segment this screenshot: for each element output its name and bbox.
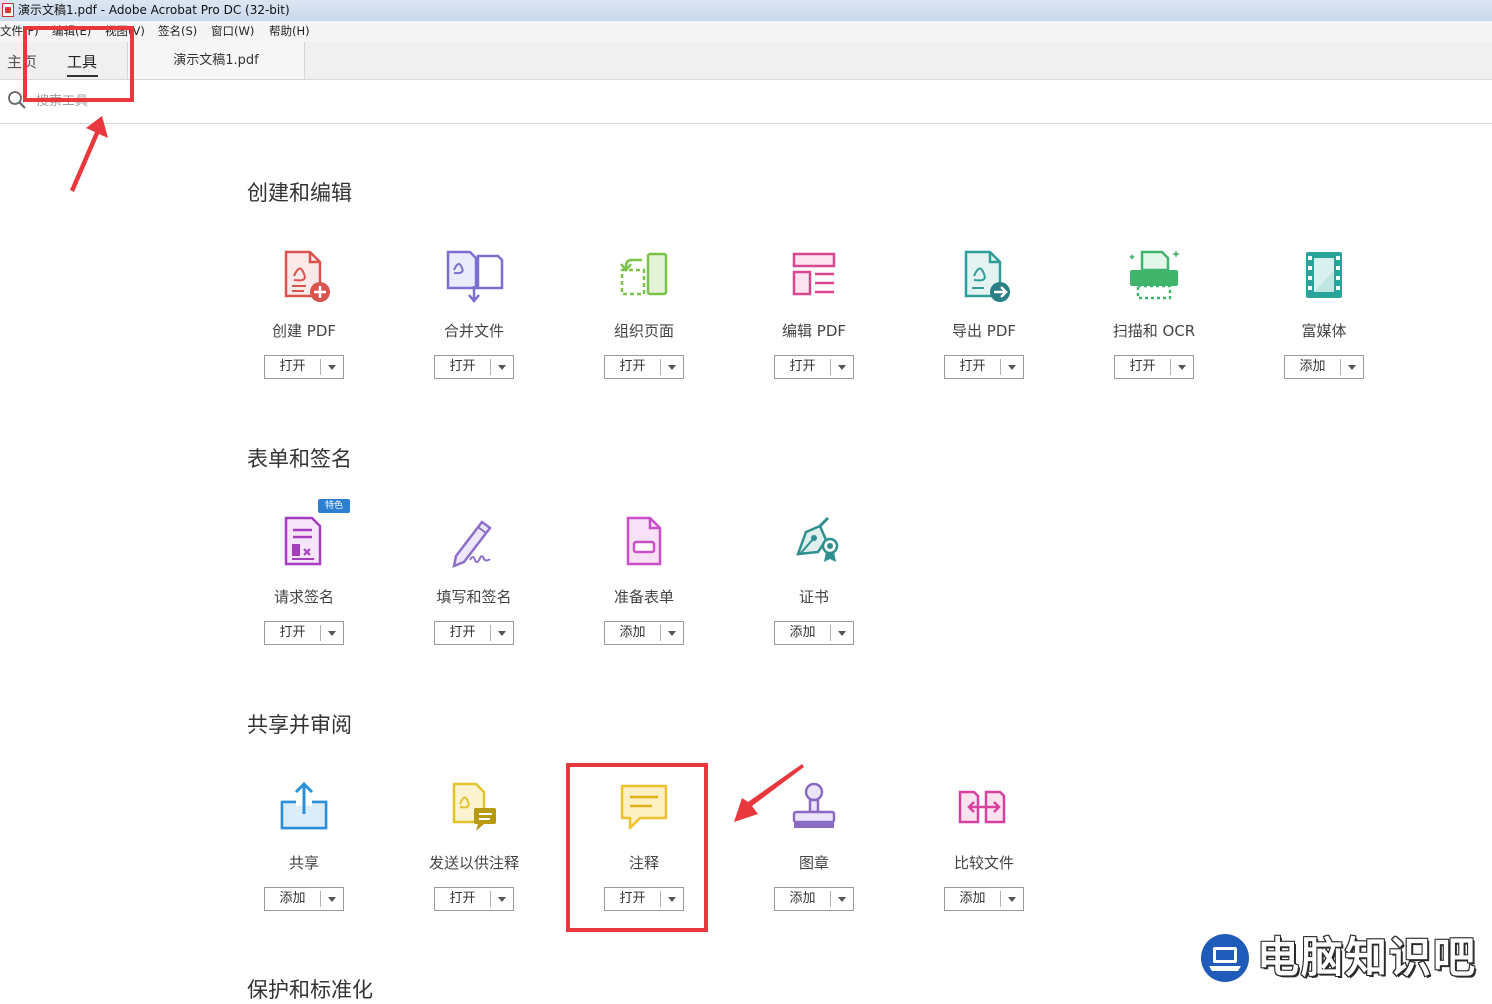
chevron-down-icon[interactable] bbox=[838, 631, 846, 636]
menu-help[interactable]: 帮助(H) bbox=[269, 21, 310, 42]
tool-label: 组织页面 bbox=[613, 322, 674, 340]
compare-files-add-button[interactable]: 添加 bbox=[944, 887, 1024, 911]
request-signature-open-button[interactable]: 打开 bbox=[264, 621, 344, 645]
tool-send-for-comment[interactable]: 发送以供注释 打开 bbox=[389, 778, 559, 928]
tool-label: 合并文件 bbox=[443, 322, 504, 340]
tool-label: 富媒体 bbox=[1301, 322, 1347, 340]
tool-label: 证书 bbox=[798, 588, 829, 606]
chevron-down-icon[interactable] bbox=[838, 897, 846, 902]
fill-sign-icon bbox=[452, 520, 492, 569]
tools-search-bar bbox=[0, 80, 1492, 124]
share-add-button[interactable]: 添加 bbox=[264, 887, 344, 911]
compare-files-icon bbox=[958, 790, 1006, 824]
chevron-down-icon[interactable] bbox=[328, 365, 336, 370]
annotation-highlight-tools-tab bbox=[23, 26, 134, 102]
annotation-arrow-left-icon bbox=[734, 764, 804, 822]
create-pdf-icon bbox=[284, 250, 330, 302]
chevron-down-icon[interactable] bbox=[498, 897, 506, 902]
export-pdf-open-button[interactable]: 打开 bbox=[944, 355, 1024, 379]
tool-label: 比较文件 bbox=[953, 854, 1014, 872]
prepare-form-add-button[interactable]: 添加 bbox=[604, 621, 684, 645]
tool-request-signature[interactable]: 请求签名 打开 bbox=[219, 512, 389, 662]
rich-media-icon bbox=[1306, 252, 1342, 298]
tool-rich-media[interactable]: 富媒体 添加 bbox=[1239, 246, 1409, 396]
tab-document[interactable]: 演示文稿1.pdf bbox=[127, 42, 305, 79]
certificate-add-button[interactable]: 添加 bbox=[774, 621, 854, 645]
tool-label: 创建 PDF bbox=[272, 322, 336, 340]
tool-scan-ocr[interactable]: 扫描和 OCR 打开 bbox=[1069, 246, 1239, 396]
acrobat-app-icon bbox=[2, 3, 14, 17]
chevron-down-icon[interactable] bbox=[668, 631, 676, 636]
section-title-share-review: 共享并审阅 bbox=[247, 713, 352, 737]
send-for-comment-open-button[interactable]: 打开 bbox=[434, 887, 514, 911]
featured-badge: 特色 bbox=[318, 499, 350, 513]
share-icon bbox=[280, 781, 328, 830]
title-bar: 演示文稿1.pdf - Adobe Acrobat Pro DC (32-bit… bbox=[0, 0, 1492, 21]
tool-combine-files[interactable]: 合并文件 打开 bbox=[389, 246, 559, 396]
tool-label: 请求签名 bbox=[273, 588, 334, 606]
chevron-down-icon[interactable] bbox=[1348, 365, 1356, 370]
chevron-down-icon[interactable] bbox=[498, 631, 506, 636]
tool-compare-files[interactable]: 比较文件 添加 bbox=[899, 778, 1069, 928]
chevron-down-icon[interactable] bbox=[1008, 365, 1016, 370]
request-signature-icon bbox=[284, 516, 322, 566]
send-for-comment-icon bbox=[452, 782, 496, 831]
combine-files-icon bbox=[446, 250, 504, 303]
menu-window[interactable]: 窗口(W) bbox=[211, 21, 254, 42]
certificate-icon bbox=[796, 516, 839, 562]
tool-label: 扫描和 OCR bbox=[1112, 322, 1196, 340]
watermark-text: 电脑知识吧 bbox=[1256, 932, 1478, 983]
edit-pdf-open-button[interactable]: 打开 bbox=[774, 355, 854, 379]
watermark: 电脑知识吧 bbox=[1200, 932, 1492, 983]
chevron-down-icon[interactable] bbox=[838, 365, 846, 370]
edit-pdf-icon bbox=[792, 252, 836, 296]
chevron-down-icon[interactable] bbox=[498, 365, 506, 370]
chevron-down-icon[interactable] bbox=[1178, 365, 1186, 370]
tool-label: 发送以供注释 bbox=[428, 854, 519, 872]
tool-label: 填写和签名 bbox=[436, 588, 512, 606]
menu-bar: 文件(F) 编辑(E) 视图(V) 签名(S) 窗口(W) 帮助(H) bbox=[0, 21, 1492, 42]
computer-logo-icon bbox=[1201, 934, 1249, 982]
organize-pages-open-button[interactable]: 打开 bbox=[604, 355, 684, 379]
section-title-protect-standardize: 保护和标准化 bbox=[247, 978, 373, 1002]
rich-media-add-button[interactable]: 添加 bbox=[1284, 355, 1364, 379]
tool-prepare-form[interactable]: 准备表单 添加 bbox=[559, 512, 729, 662]
chevron-down-icon[interactable] bbox=[328, 897, 336, 902]
tool-organize-pages[interactable]: 组织页面 打开 bbox=[559, 246, 729, 396]
export-pdf-icon bbox=[964, 250, 1010, 302]
prepare-form-icon bbox=[626, 516, 662, 566]
chevron-down-icon[interactable] bbox=[328, 631, 336, 636]
tool-label: 图章 bbox=[798, 854, 829, 872]
tool-share[interactable]: 共享 添加 bbox=[219, 778, 389, 928]
chevron-down-icon[interactable] bbox=[668, 365, 676, 370]
tool-edit-pdf[interactable]: 编辑 PDF 打开 bbox=[729, 246, 899, 396]
combine-files-open-button[interactable]: 打开 bbox=[434, 355, 514, 379]
create-pdf-open-button[interactable]: 打开 bbox=[264, 355, 344, 379]
tool-label: 准备表单 bbox=[613, 588, 674, 606]
scan-ocr-open-button[interactable]: 打开 bbox=[1114, 355, 1194, 379]
window-title: 演示文稿1.pdf - Adobe Acrobat Pro DC (32-bit… bbox=[18, 3, 290, 17]
tool-label: 导出 PDF bbox=[952, 322, 1016, 340]
tool-label: 共享 bbox=[288, 854, 319, 872]
annotation-arrow-up-icon bbox=[70, 116, 108, 192]
tab-bar: 主页 工具 演示文稿1.pdf bbox=[0, 42, 1492, 80]
annotation-highlight-comment-tool bbox=[566, 763, 708, 932]
tool-export-pdf[interactable]: 导出 PDF 打开 bbox=[899, 246, 1069, 396]
organize-pages-icon bbox=[620, 252, 668, 296]
section-title-forms-signatures: 表单和签名 bbox=[247, 447, 352, 471]
tool-create-pdf[interactable]: 创建 PDF 打开 bbox=[219, 246, 389, 396]
tool-fill-sign[interactable]: 填写和签名 打开 bbox=[389, 512, 559, 662]
stamp-add-button[interactable]: 添加 bbox=[774, 887, 854, 911]
section-title-create-edit: 创建和编辑 bbox=[247, 181, 352, 205]
tool-certificate[interactable]: 证书 添加 bbox=[729, 512, 899, 662]
scan-ocr-icon bbox=[1129, 250, 1180, 300]
tool-label: 编辑 PDF bbox=[782, 322, 846, 340]
menu-sign[interactable]: 签名(S) bbox=[158, 21, 197, 42]
chevron-down-icon[interactable] bbox=[1008, 897, 1016, 902]
fill-sign-open-button[interactable]: 打开 bbox=[434, 621, 514, 645]
